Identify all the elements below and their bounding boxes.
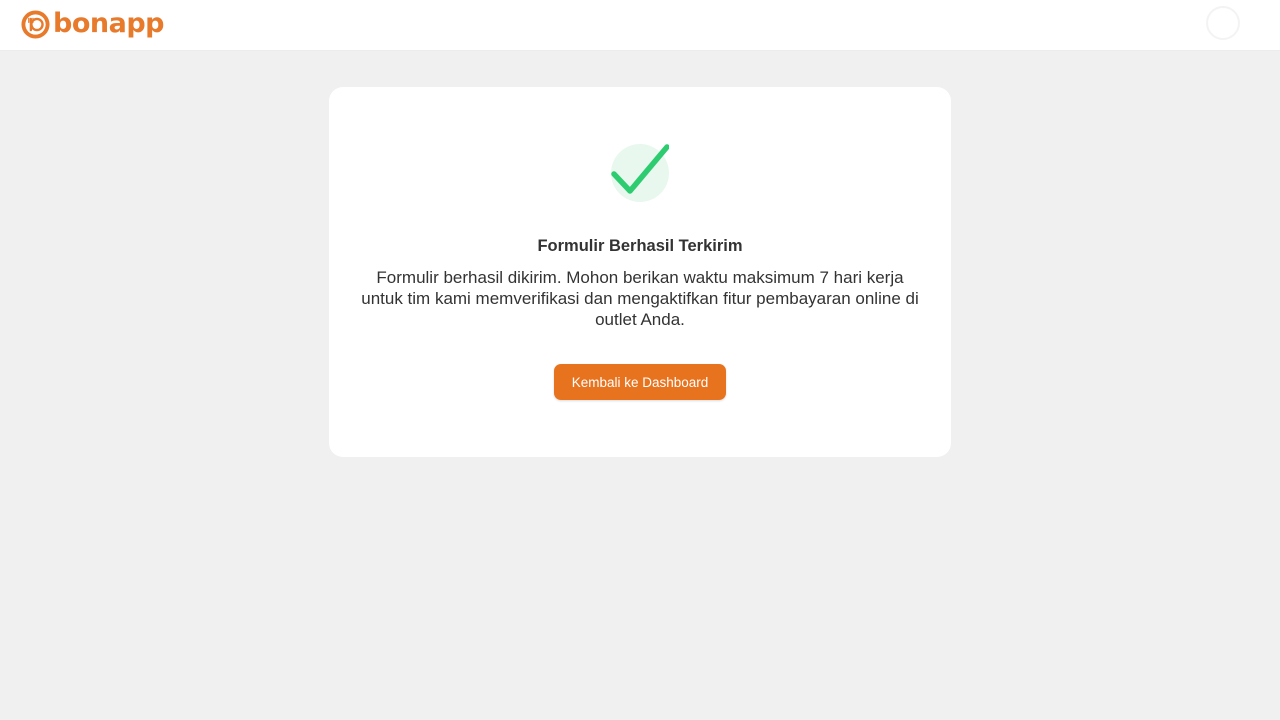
success-title: Formulir Berhasil Terkirim	[537, 237, 743, 255]
logo-wordmark: bonapp	[53, 8, 164, 39]
bonapp-logo[interactable]: bonapp	[20, 6, 164, 42]
avatar	[1206, 6, 1240, 40]
check-circle-icon	[611, 144, 669, 202]
success-card: Formulir Berhasil Terkirim Formulir berh…	[329, 87, 951, 457]
user-menu[interactable]	[1206, 6, 1252, 40]
top-navigation-bar: bonapp	[0, 0, 1280, 51]
bonapp-logo-icon	[21, 9, 50, 39]
back-to-dashboard-button[interactable]: Kembali ke Dashboard	[554, 364, 726, 400]
success-message: Formulir berhasil dikirim. Mohon berikan…	[361, 268, 919, 329]
